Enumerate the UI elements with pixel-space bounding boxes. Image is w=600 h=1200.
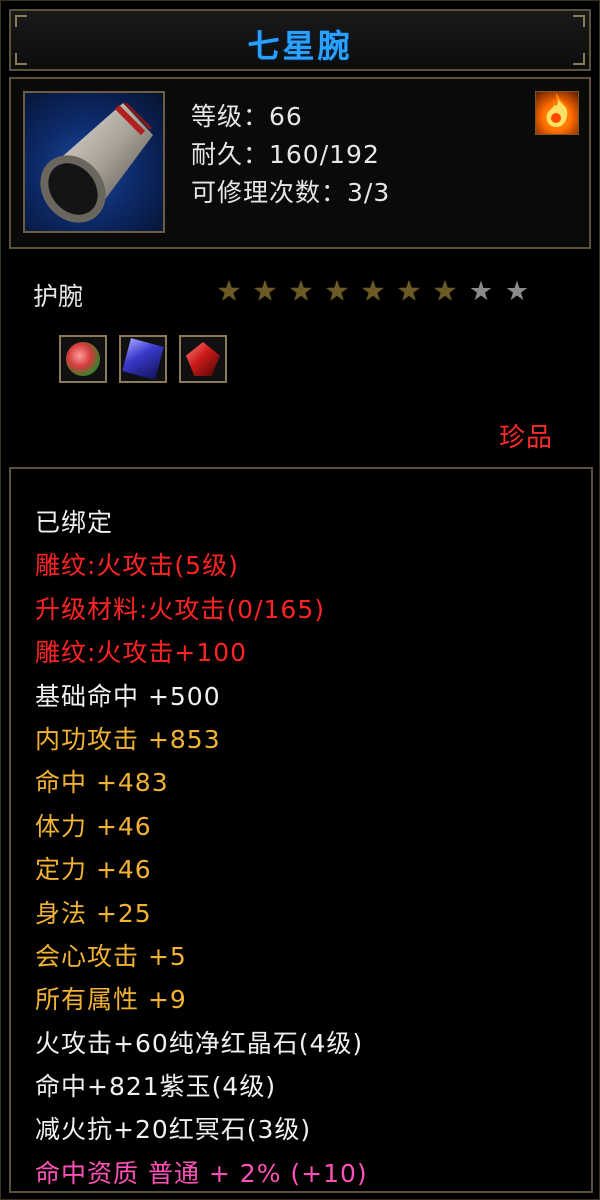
attribute-line: 所有属性 +9 <box>35 985 187 1015</box>
attribute-panel: 已绑定雕纹:火攻击(5级) 升级材料:火攻击(0/165) 雕纹:火攻击+100 基础… <box>9 467 593 1193</box>
bracer-icon <box>23 91 165 233</box>
item-header-panel: 等级：66 耐久：160/192 可修理次数：3/3 <box>9 77 591 249</box>
star-rating: ★ ★ ★ ★ ★ ★ ★ ★ ★ <box>213 277 533 307</box>
star-filled-icon: ★ <box>288 276 314 307</box>
star-filled-icon: ★ <box>324 276 350 307</box>
purple-jade-gem-icon[interactable] <box>119 335 167 383</box>
star-filled-icon: ★ <box>216 276 242 307</box>
attribute-line: 定力 +46 <box>35 855 152 885</box>
item-name: 七星腕 <box>247 27 353 65</box>
star-filled-icon: ★ <box>396 276 422 307</box>
red-crystal-gem-icon[interactable] <box>179 335 227 383</box>
attribute-line: 体力 +46 <box>35 811 152 841</box>
item-quality: 珍品 <box>498 423 553 453</box>
title-bar: 七星腕 <box>9 9 591 71</box>
attribute-line: 内功攻击 +853 <box>35 724 221 754</box>
item-level: 等级：66 <box>191 102 303 131</box>
star-filled-icon: ★ <box>432 276 458 307</box>
socketed-gems <box>59 335 227 383</box>
star-empty-icon: ★ <box>468 276 494 307</box>
attribute-line: 雕纹:火攻击+100 <box>35 638 248 668</box>
star-empty-icon: ★ <box>504 276 530 307</box>
attribute-line: 减火抗+20红冥石(3级) <box>35 1115 312 1145</box>
star-filled-icon: ★ <box>360 276 386 307</box>
attribute-line: 会心攻击 +5 <box>35 941 187 971</box>
attribute-line: 已绑定 <box>35 508 114 537</box>
attribute-line: 命中 +483 <box>35 768 169 798</box>
item-type: 护腕 <box>33 282 84 311</box>
green-red-orb-gem-icon[interactable] <box>59 335 107 383</box>
attribute-list: 已绑定雕纹:火攻击(5级) 升级材料:火攻击(0/165) 雕纹:火攻击+100 基础… <box>35 501 368 1195</box>
fire-element-icon <box>535 91 579 135</box>
attribute-line: 升级材料:火攻击(0/165) <box>35 594 325 624</box>
attribute-line: 命中资质 普通 + 2% (+10) <box>35 1158 368 1188</box>
attribute-line: 火攻击+60纯净红晶石(4级) <box>35 1028 364 1058</box>
item-tooltip: 七星腕 等级：66 耐久：160/192 可修理次数：3/3 护腕 ★ ★ ★ … <box>0 0 600 1200</box>
attribute-line: 命中+821紫玉(4级) <box>35 1072 277 1102</box>
star-filled-icon: ★ <box>252 276 278 307</box>
attribute-line: 身法 +25 <box>35 898 152 928</box>
item-durability: 耐久：160/192 <box>191 140 380 169</box>
item-repair-count: 可修理次数：3/3 <box>191 178 391 207</box>
attribute-line: 雕纹:火攻击(5级) <box>35 551 239 581</box>
attribute-line: 基础命中 +500 <box>35 681 221 711</box>
